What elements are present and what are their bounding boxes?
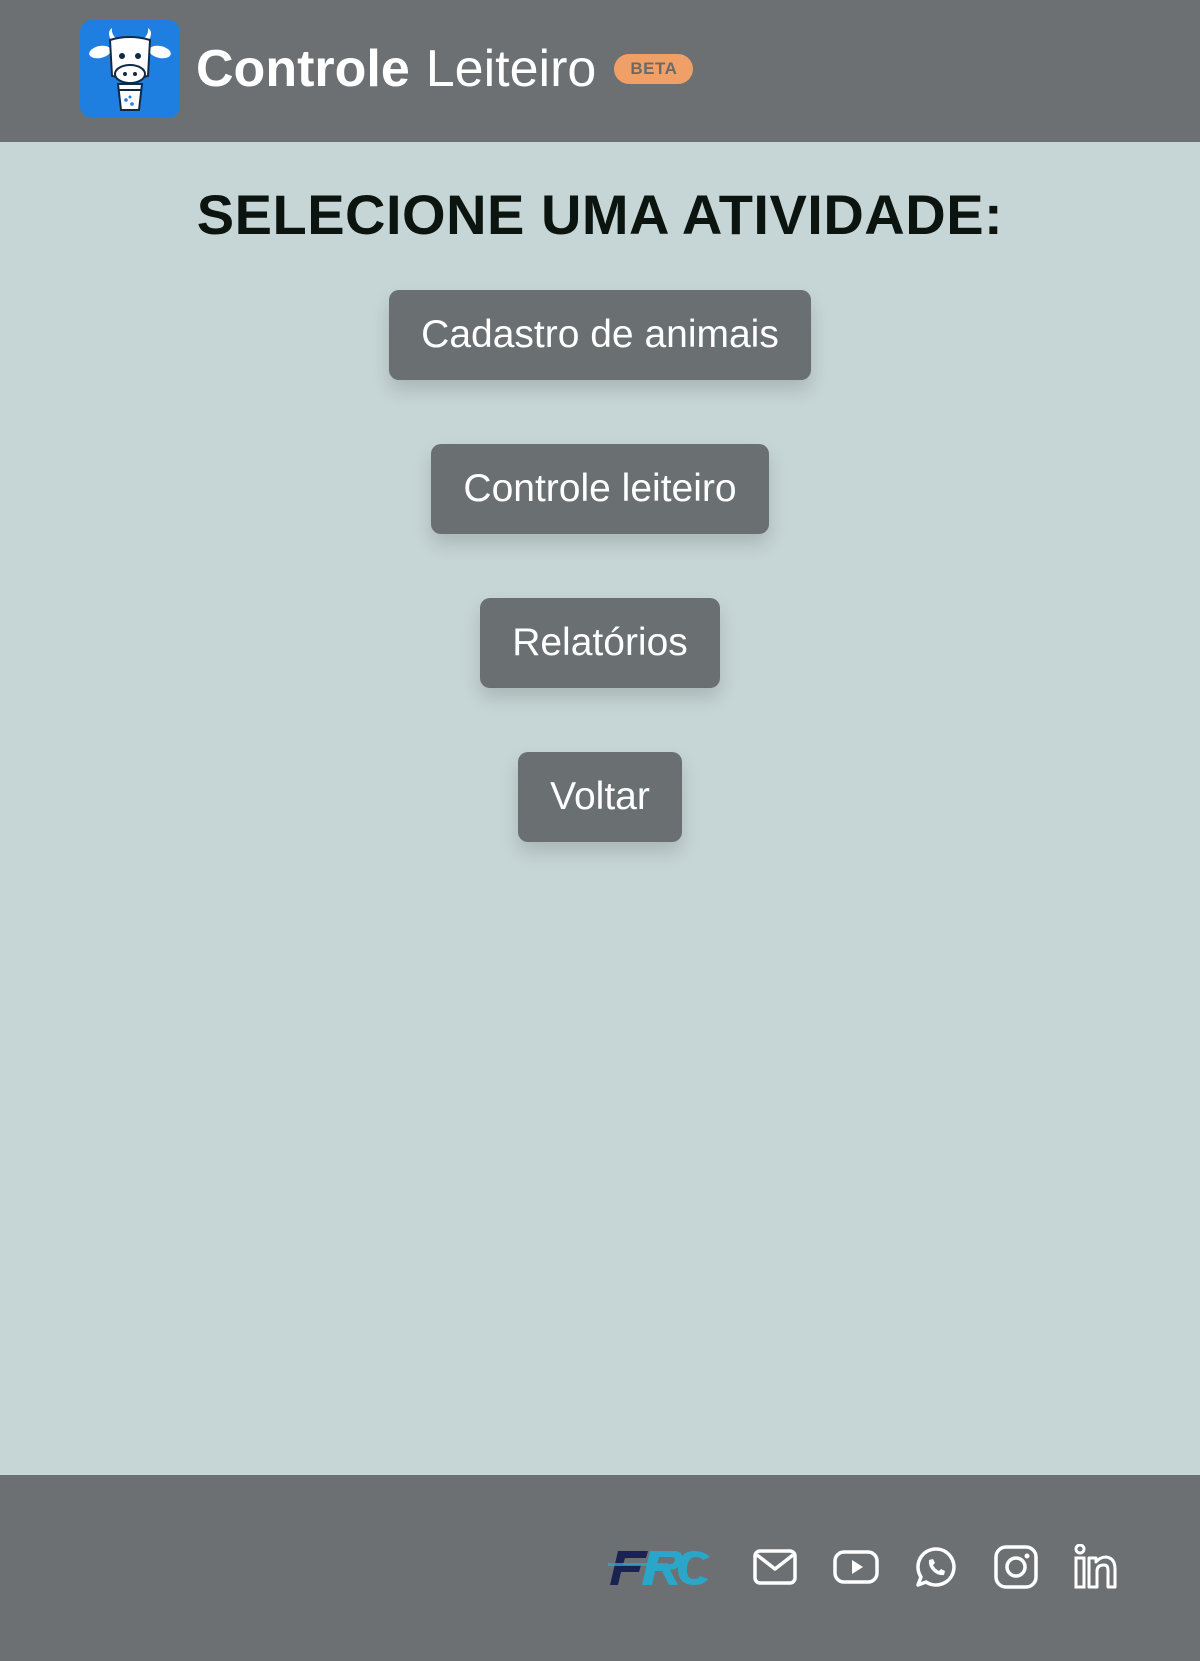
app-title-bold: Controle [196,40,410,98]
app-title-light: Leiteiro [425,40,597,98]
milk-control-button[interactable]: Controle leiteiro [431,444,769,534]
back-button[interactable]: Voltar [518,752,682,842]
activity-menu: Cadastro de animais Controle leiteiro Re… [0,290,1200,906]
youtube-icon[interactable] [832,1543,880,1591]
instagram-icon[interactable] [992,1543,1040,1591]
frc-logo-icon[interactable] [608,1545,712,1591]
linkedin-icon[interactable] [1072,1543,1120,1591]
beta-badge: BETA [614,54,694,84]
app-title: Controle Leiteiro BETA [196,38,694,100]
reports-button[interactable]: Relatórios [480,598,720,688]
cow-milk-logo-icon[interactable] [80,20,180,118]
animal-registration-button[interactable]: Cadastro de animais [389,290,811,380]
page-title: SELECIONE UMA ATIVIDADE: [196,183,1004,246]
whatsapp-icon[interactable] [912,1543,960,1591]
app-header: Controle Leiteiro BETA [0,0,1200,142]
mail-icon[interactable] [751,1543,799,1591]
